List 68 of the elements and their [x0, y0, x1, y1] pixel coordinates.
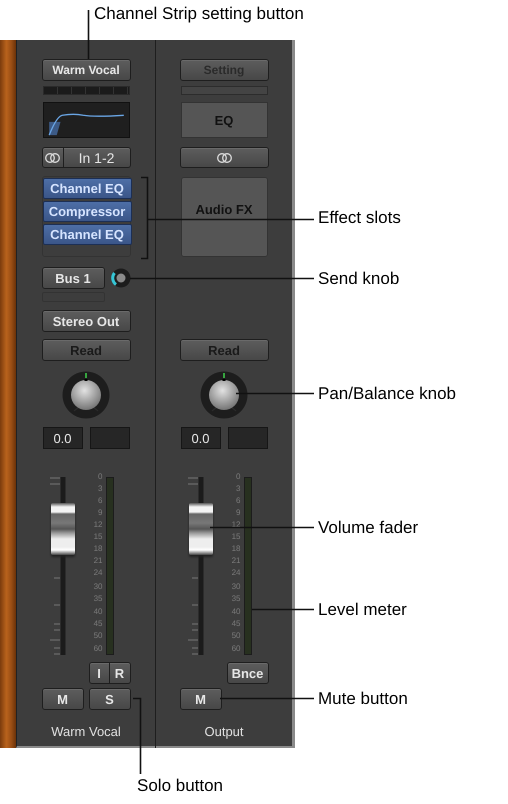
peak-display: [228, 427, 268, 449]
meter-scale-label: 12: [92, 519, 104, 531]
callout-label: Solo button: [137, 775, 224, 796]
setting-button[interactable]: Warm Vocal: [42, 59, 130, 81]
link-icon: [43, 152, 62, 164]
meter-scale-label: 35: [92, 593, 104, 606]
callout-label: Mute button: [318, 688, 408, 709]
stereo-link-button[interactable]: [42, 147, 64, 168]
record-button[interactable]: R: [110, 662, 130, 684]
send-button[interactable]: Bus 1: [42, 267, 104, 289]
output-button[interactable]: Stereo Out: [42, 310, 130, 332]
meter-scale-label: 18: [92, 543, 104, 555]
channel-name: Output: [204, 724, 244, 739]
callout-label: Pan/Balance knob: [318, 383, 456, 404]
meter-scale-label: 24: [92, 567, 104, 579]
meter-scale-label: 60: [92, 642, 104, 655]
input-monitor-button[interactable]: I: [88, 662, 110, 684]
meter-scale-label: 12: [230, 519, 242, 531]
meter-scale-label: 0: [97, 471, 104, 483]
input-button[interactable]: In 1-2: [64, 147, 130, 168]
meter-scale-label: 6: [235, 495, 242, 507]
solo-button[interactable]: S: [88, 688, 130, 710]
channel-name: Warm Vocal: [51, 724, 121, 739]
bounce-button[interactable]: Bnce: [226, 662, 268, 684]
meter-scale-label: 9: [235, 507, 242, 519]
mute-button[interactable]: M: [42, 688, 84, 710]
pan-knob[interactable]: [200, 371, 248, 419]
meter-scale-label: 15: [92, 531, 104, 543]
meter-scale-label: 21: [230, 555, 242, 567]
meter-scale-label: 15: [230, 531, 242, 543]
meter-scale-label: 6: [97, 495, 104, 507]
effect-slot[interactable]: Channel EQ: [42, 178, 132, 199]
peak-display: [90, 427, 130, 449]
leader-line: [252, 608, 314, 610]
meter-scale-label: 50: [92, 630, 104, 642]
pan-knob[interactable]: [62, 371, 110, 419]
meter-scale-label: 21: [92, 555, 104, 567]
meter-scale-label: 18: [230, 543, 242, 555]
meter-scale-label: 45: [92, 618, 104, 630]
meter-scale-label: 40: [230, 606, 242, 618]
meter-scale-label: 50: [230, 630, 242, 642]
meter-scale-label: 30: [92, 581, 104, 594]
meter-scale-label: 9: [97, 507, 104, 519]
meter-scale-label: 35: [230, 593, 242, 606]
meter-scale-label: 3: [97, 483, 104, 495]
fader-cap[interactable]: [50, 502, 74, 555]
link-icon: [214, 152, 234, 164]
meter-scale-label: 3: [235, 483, 242, 495]
volume-display: 0.0: [180, 427, 220, 449]
meter-scale-label: 45: [230, 618, 242, 630]
callout-label: Volume fader: [318, 517, 418, 538]
effect-slot[interactable]: Channel EQ: [42, 224, 132, 245]
leader-line: [88, 10, 90, 59]
callout-label: Effect slots: [318, 207, 401, 228]
meter-scale-label: 0: [235, 471, 242, 483]
mute-button[interactable]: M: [180, 688, 222, 710]
callout-label: Level meter: [318, 599, 407, 620]
stereo-link-button[interactable]: [180, 147, 268, 168]
meter-scale-label: 40: [92, 606, 104, 618]
fader-cap[interactable]: [188, 502, 212, 555]
meter-scale-label: 24: [230, 567, 242, 579]
effect-slot[interactable]: Compressor: [42, 201, 132, 222]
send-knob[interactable]: [110, 268, 130, 288]
callout-label: Send knob: [318, 268, 400, 289]
callout-label: Channel Strip setting button: [94, 3, 304, 24]
meter-scale-label: 30: [230, 581, 242, 594]
meter-scale-label: 60: [230, 642, 242, 655]
volume-display: 0.0: [42, 427, 82, 449]
